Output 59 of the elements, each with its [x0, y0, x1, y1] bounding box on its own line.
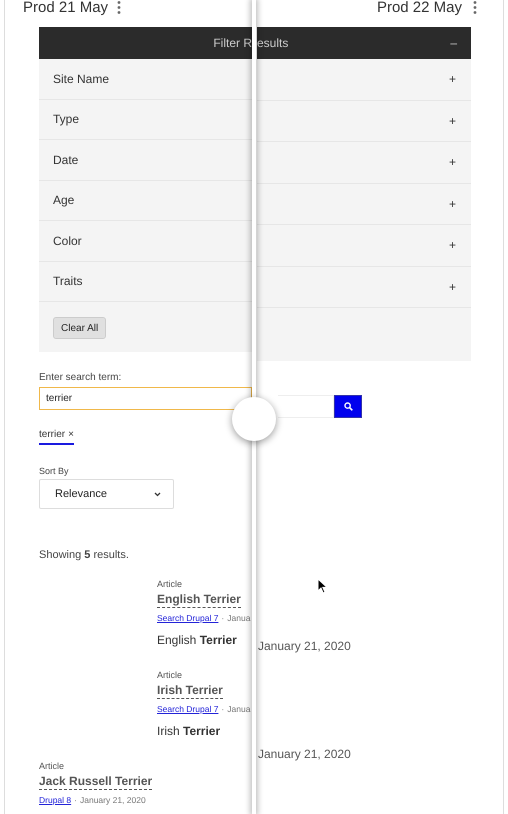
- clear-all-button[interactable]: Clear All: [53, 317, 106, 339]
- filter-row[interactable]: Type: [39, 100, 252, 140]
- result-title-link[interactable]: Irish Terrier: [157, 683, 223, 699]
- result-date: January 21, 2020: [258, 747, 352, 761]
- search-icon: [344, 402, 352, 411]
- filter-row[interactable]: Site Name: [39, 59, 252, 100]
- version-label: Prod 22 May: [376, 0, 462, 15]
- filter-row[interactable]: +: [257, 225, 471, 266]
- expand-toggle[interactable]: +: [448, 238, 456, 252]
- filter-row[interactable]: +: [257, 59, 471, 100]
- search-label: Enter search term:: [39, 372, 122, 384]
- filter-row[interactable]: +: [257, 142, 471, 184]
- meta-separator: ·: [221, 703, 224, 715]
- result-type: Article: [157, 670, 184, 681]
- result-date: Janua: [227, 612, 250, 624]
- result-type: Article: [157, 579, 184, 590]
- filter-row[interactable]: Traits: [39, 262, 252, 302]
- expand-toggle[interactable]: +: [448, 114, 456, 128]
- chip-remove[interactable]: ×: [68, 429, 74, 441]
- filter-row[interactable]: +: [257, 266, 471, 308]
- results-summary: Showing 5 results.: [39, 549, 130, 561]
- kebab-menu-icon[interactable]: [473, 1, 477, 14]
- kebab-menu-icon[interactable]: [117, 1, 122, 14]
- source-link[interactable]: Drupal 8: [39, 794, 72, 806]
- collapse-toggle[interactable]: –: [450, 36, 457, 50]
- chevron-down-icon: [154, 492, 161, 496]
- compare-handle[interactable]: [232, 397, 276, 441]
- meta-separator: ·: [221, 612, 224, 624]
- filter-row[interactable]: Date: [39, 140, 252, 180]
- filter-row[interactable]: Age: [39, 180, 252, 221]
- expand-toggle[interactable]: +: [448, 155, 456, 170]
- search-button[interactable]: [334, 395, 362, 418]
- meta-separator: ·: [74, 794, 77, 806]
- result-date: Janua: [227, 703, 250, 715]
- expand-toggle[interactable]: +: [448, 280, 456, 294]
- source-link[interactable]: Search Drupal 7: [157, 703, 218, 715]
- source-link[interactable]: Search Drupal 7: [157, 612, 218, 624]
- result-title-link[interactable]: English Terrier: [157, 592, 241, 608]
- result-type: Article: [39, 761, 66, 772]
- expand-toggle[interactable]: +: [448, 196, 456, 211]
- result-date: January 21, 2020: [258, 639, 352, 653]
- filter-row[interactable]: +: [257, 100, 471, 142]
- filter-header[interactable]: Filter R: [39, 27, 252, 59]
- sort-label: Sort By: [39, 465, 70, 477]
- filter-row[interactable]: +: [257, 184, 471, 225]
- version-label: Prod 21 May: [23, 0, 108, 15]
- result-date: January 21, 2020: [80, 794, 146, 806]
- search-term-chip[interactable]: terrier ×: [39, 429, 74, 445]
- result-snippet: English Terrier: [157, 632, 238, 648]
- filter-header[interactable]: esults –: [257, 27, 471, 59]
- mouse-cursor-icon: [317, 578, 328, 594]
- search-field[interactable]: terrier: [39, 387, 252, 410]
- result-snippet: Irish Terrier: [157, 723, 222, 739]
- expand-toggle[interactable]: +: [448, 72, 456, 86]
- chip-label: terrier: [39, 429, 66, 441]
- result-title-link[interactable]: Jack Russell Terrier: [39, 774, 152, 790]
- filter-row[interactable]: Color: [39, 221, 252, 262]
- sort-select[interactable]: Relevance: [39, 479, 174, 509]
- header-title: esults: [257, 36, 288, 50]
